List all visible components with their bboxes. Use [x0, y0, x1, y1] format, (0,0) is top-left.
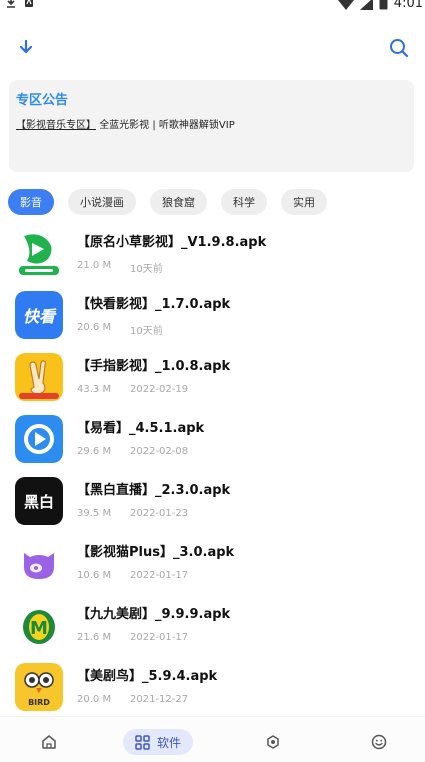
list-item[interactable]: 【手指影视】_1.0.8.apk 43.3 M 2022-02-19 — [0, 344, 425, 402]
list-item[interactable]: 【影视猫Plus】_3.0.apk 10.6 M 2022-01-17 — [0, 530, 425, 588]
signal-icon — [359, 0, 373, 10]
app-name: 【原名小草影视】_V1.9.8.apk — [77, 235, 267, 250]
notice-card: 专区公告 【影视音乐专区】 全蓝光影视 | 听歌神器解锁VIP — [9, 80, 414, 172]
notice-link[interactable]: 【影视音乐专区】 — [16, 120, 96, 131]
app-name: 【美剧鸟】_5.9.4.apk — [77, 669, 218, 684]
search-button[interactable] — [385, 34, 413, 62]
notice-body: 全蓝光影视 | 听歌神器解锁VIP — [99, 120, 235, 131]
list-item[interactable]: 快看 【快看影视】_1.7.0.apk 20.6 M 10天前 — [0, 282, 425, 340]
grass-video-icon — [15, 229, 63, 277]
list-item[interactable]: 【易看】_4.5.1.apk 29.6 M 2022-02-08 — [0, 406, 425, 464]
finger-icon — [15, 353, 63, 401]
app-name: 【手指影视】_1.0.8.apk — [77, 359, 231, 374]
app-size: 43.3 M — [77, 384, 112, 395]
app-size: 29.6 M — [77, 446, 112, 457]
jiujiu-icon-text: M — [30, 618, 48, 639]
download-icon — [19, 39, 33, 54]
top-bar — [0, 30, 425, 66]
jiujiu-icon: M — [15, 601, 63, 649]
category-tab-science[interactable]: 科学 — [221, 189, 267, 215]
heibai-icon-text: 黑白 — [24, 493, 54, 511]
app-name: 【九九美剧】_9.9.9.apk — [77, 607, 231, 622]
list-item[interactable]: M 【九九美剧】_9.9.9.apk 21.6 M 2022-01-17 — [0, 592, 425, 650]
gear-icon — [267, 735, 279, 749]
bird-icon: BIRD — [15, 663, 63, 711]
app-size: 20.0 M — [77, 694, 112, 705]
app-name: 【快看影视】_1.7.0.apk — [77, 297, 231, 312]
app-size: 39.5 M — [77, 508, 112, 519]
bottom-nav: 软件 — [0, 716, 425, 762]
status-right: 4:01 — [338, 0, 423, 11]
app-name: 【影视猫Plus】_3.0.apk — [77, 545, 235, 560]
wifi-icon — [338, 0, 354, 10]
home-icon — [42, 735, 56, 749]
battery-icon — [379, 0, 388, 10]
app-date: 2022-02-08 — [130, 446, 189, 457]
notice-title: 专区公告 — [16, 93, 69, 108]
grid-apps-icon — [135, 734, 150, 750]
app-date: 2021-12-27 — [130, 694, 189, 705]
status-left — [6, 0, 34, 8]
category-tab-yingyin[interactable]: 影音 — [8, 189, 54, 215]
kuaikan-icon: 快看 — [15, 291, 63, 339]
app-size: 21.6 M — [77, 632, 112, 643]
nav-software-label: 软件 — [157, 735, 182, 750]
notification-icon — [25, 0, 33, 7]
app-date: 2022-01-23 — [130, 508, 189, 519]
app-date: 10天前 — [130, 264, 163, 275]
app-name: 【黑白直播】_2.3.0.apk — [77, 483, 231, 498]
nav-profile[interactable] — [366, 729, 392, 755]
app-date: 10天前 — [130, 326, 163, 337]
app-size: 10.6 M — [77, 570, 112, 581]
app-date: 2022-01-17 — [130, 570, 189, 581]
yikan-icon — [15, 415, 63, 463]
bird-icon-text: BIRD — [28, 698, 50, 707]
app-date: 2022-02-19 — [130, 384, 189, 395]
heibai-icon: 黑白 — [15, 477, 63, 525]
category-tab-novel-comic[interactable]: 小说漫画 — [68, 189, 136, 215]
list-item[interactable]: 黑白 【黑白直播】_2.3.0.apk 39.5 M 2022-01-23 — [0, 468, 425, 526]
kuaikan-icon-text: 快看 — [23, 307, 57, 326]
list-item[interactable]: 【原名小草影视】_V1.9.8.apk 21.0 M 10天前 — [0, 220, 425, 278]
app-size: 21.0 M — [77, 260, 112, 271]
app-date: 2022-01-17 — [130, 632, 189, 643]
cat-icon — [15, 539, 63, 587]
nav-discover[interactable] — [260, 729, 286, 755]
nav-home[interactable] — [36, 729, 62, 755]
download-notification-icon — [7, 0, 15, 8]
category-tab-langshiku[interactable]: 狼食窟 — [150, 189, 207, 215]
nav-software[interactable]: 软件 — [123, 729, 194, 755]
list-item[interactable]: BIRD 【美剧鸟】_5.9.4.apk 20.0 M 2021-12-27 — [0, 654, 425, 712]
smile-icon — [371, 734, 387, 750]
app-size: 20.6 M — [77, 322, 112, 333]
status-time: 4:01 — [393, 0, 423, 11]
search-icon — [390, 39, 409, 58]
category-tabs: 影音 小说漫画 狼食窟 科学 实用 — [8, 189, 327, 215]
notice-text-row: 【影视音乐专区】 全蓝光影视 | 听歌神器解锁VIP — [16, 116, 235, 131]
download-button[interactable] — [12, 34, 40, 62]
app-name: 【易看】_4.5.1.apk — [77, 421, 205, 436]
status-bar: 4:01 — [0, 0, 425, 16]
category-tab-practical[interactable]: 实用 — [281, 189, 327, 215]
